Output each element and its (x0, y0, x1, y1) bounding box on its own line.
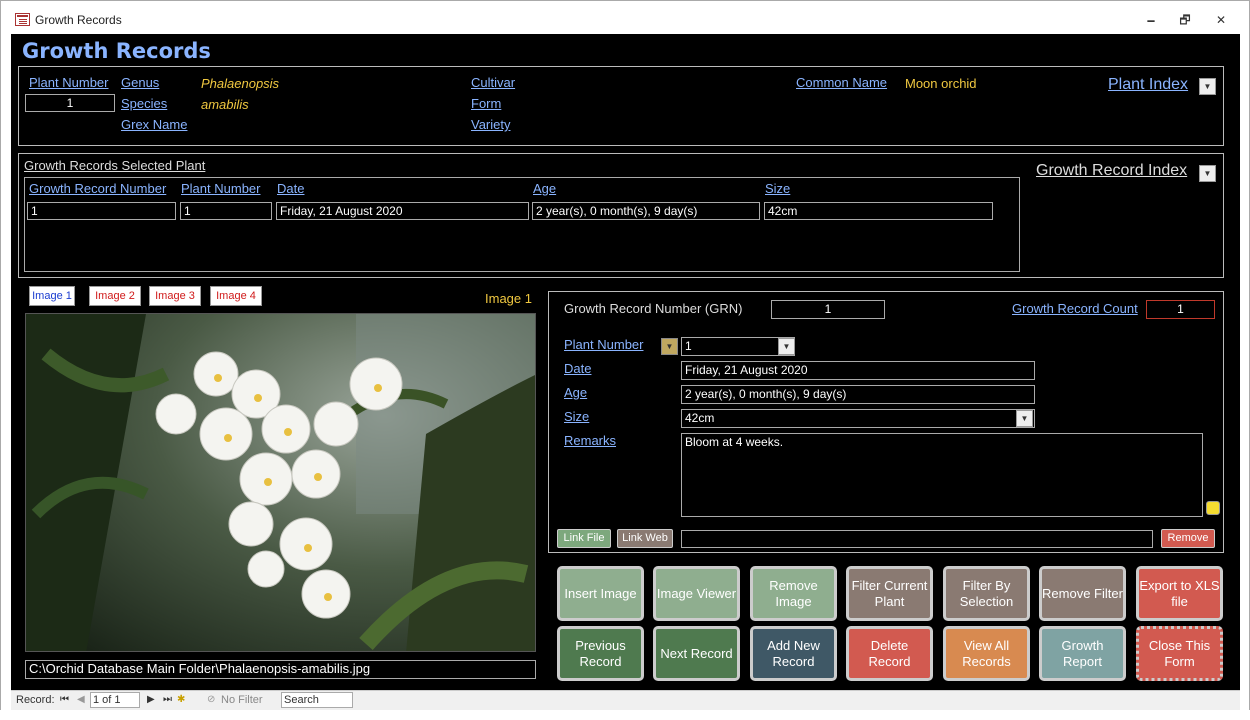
delete-record-button[interactable]: Delete Record (846, 626, 933, 681)
growth-records-form: Growth Records Plant Number 1 Genus Spec… (11, 34, 1240, 690)
image-path-field[interactable]: C:\Orchid Database Main Folder\Phalaenop… (25, 660, 536, 679)
restore-icon[interactable]: 🗗 (1174, 11, 1196, 29)
view-all-records-button[interactable]: View All Records (943, 626, 1030, 681)
previous-record-button[interactable]: Previous Record (557, 626, 644, 681)
record-position-field[interactable]: 1 of 1 (90, 692, 140, 708)
grn-field[interactable]: 1 (771, 300, 885, 319)
export-xls-button[interactable]: Export to XLS file (1136, 566, 1223, 621)
cell-age[interactable]: 2 year(s), 0 month(s), 9 day(s) (532, 202, 760, 220)
filter-current-plant-button[interactable]: Filter Current Plant (846, 566, 933, 621)
plant-number-combo-dropdown-icon[interactable]: ▼ (778, 338, 795, 355)
tab-image-2[interactable]: Image 2 (89, 286, 141, 306)
date-field[interactable]: Friday, 21 August 2020 (681, 361, 1035, 380)
cell-plant-number[interactable]: 1 (180, 202, 272, 220)
species-label[interactable]: Species (121, 96, 167, 111)
tab-image-4[interactable]: Image 4 (210, 286, 262, 306)
col-header-grn[interactable]: Growth Record Number (29, 181, 166, 196)
grn-label: Growth Record Number (GRN) (564, 301, 743, 316)
variety-label[interactable]: Variety (471, 117, 511, 132)
remove-filter-button[interactable]: Remove Filter (1039, 566, 1126, 621)
common-name-label[interactable]: Common Name (796, 75, 887, 90)
first-record-icon[interactable]: ⏮ (60, 694, 69, 705)
growth-record-detail-panel: Growth Record Number (GRN) 1 Growth Reco… (548, 291, 1224, 553)
orchid-image (26, 314, 535, 651)
next-record-icon[interactable]: ▶ (147, 694, 155, 705)
age-label[interactable]: Age (564, 385, 587, 400)
plant-number-detail-label[interactable]: Plant Number (564, 337, 643, 352)
link-field[interactable] (681, 530, 1153, 548)
current-image-label: Image 1 (485, 291, 532, 306)
filter-status[interactable]: No Filter (221, 694, 263, 706)
plant-number-field[interactable]: 1 (25, 94, 115, 112)
grex-name-label[interactable]: Grex Name (121, 117, 187, 132)
filter-icon: ⊘ (207, 694, 216, 705)
remarks-note-icon[interactable] (1206, 501, 1220, 515)
remove-image-button[interactable]: Remove Image (750, 566, 837, 621)
date-label[interactable]: Date (564, 361, 591, 376)
plant-index-label[interactable]: Plant Index (1108, 76, 1188, 94)
new-record-icon[interactable]: ✱ (177, 694, 185, 705)
window-right-border (1240, 34, 1250, 710)
cell-date[interactable]: Friday, 21 August 2020 (276, 202, 529, 220)
remarks-field[interactable]: Bloom at 4 weeks. (681, 433, 1203, 517)
growth-record-count-label[interactable]: Growth Record Count (1012, 301, 1138, 316)
app-form-icon (15, 13, 30, 26)
size-combo[interactable]: 42cm (681, 409, 1035, 428)
genus-value: Phalaenopsis (201, 76, 280, 91)
tab-image-1[interactable]: Image 1 (29, 286, 75, 306)
form-label[interactable]: Form (471, 96, 501, 111)
close-form-button[interactable]: Close This Form (1136, 626, 1223, 681)
selected-plant-records-panel: Growth Records Selected Plant Growth Rec… (18, 153, 1224, 278)
size-dropdown-icon[interactable]: ▼ (1016, 410, 1033, 427)
link-file-button[interactable]: Link File (557, 529, 611, 548)
cultivar-label[interactable]: Cultivar (471, 75, 515, 90)
size-label[interactable]: Size (564, 409, 589, 424)
genus-label[interactable]: Genus (121, 75, 159, 90)
col-header-age[interactable]: Age (533, 181, 556, 196)
minimize-icon[interactable]: 🗕 (1140, 11, 1162, 29)
window-left-border (0, 34, 11, 710)
common-name-value: Moon orchid (905, 76, 977, 91)
growth-record-index-dropdown-icon[interactable]: ▼ (1199, 165, 1216, 182)
col-header-date[interactable]: Date (277, 181, 304, 196)
age-field[interactable]: 2 year(s), 0 month(s), 9 day(s) (681, 385, 1035, 404)
form-title: Growth Records (22, 39, 211, 63)
plant-number-lookup-icon[interactable]: ▼ (661, 338, 678, 355)
plant-number-label[interactable]: Plant Number (29, 75, 108, 90)
selected-plant-section-label: Growth Records Selected Plant (24, 158, 206, 173)
record-navigation-bar: Record: ⏮ ◀ 1 of 1 ▶ ⏭ ✱ ⊘ No Filter Sea… (11, 690, 1240, 710)
cell-size[interactable]: 42cm (764, 202, 993, 220)
previous-record-icon[interactable]: ◀ (77, 694, 85, 705)
col-header-size[interactable]: Size (765, 181, 790, 196)
remove-link-button[interactable]: Remove (1161, 529, 1215, 548)
link-web-button[interactable]: Link Web (617, 529, 673, 548)
plant-index-dropdown-icon[interactable]: ▼ (1199, 78, 1216, 95)
window-bottom-border (0, 710, 1250, 720)
col-header-plant-number[interactable]: Plant Number (181, 181, 260, 196)
add-new-record-button[interactable]: Add New Record (750, 626, 837, 681)
plant-photo (25, 313, 536, 652)
remarks-label[interactable]: Remarks (564, 433, 616, 448)
growth-report-button[interactable]: Growth Report (1039, 626, 1126, 681)
image-viewer-button[interactable]: Image Viewer (653, 566, 740, 621)
search-input[interactable]: Search (281, 692, 353, 708)
species-value: amabilis (201, 97, 249, 112)
window-title: Growth Records (35, 13, 122, 27)
growth-records-subform: Growth Record Number Plant Number Date A… (24, 177, 1020, 272)
cell-grn[interactable]: 1 (27, 202, 176, 220)
window-titlebar: Growth Records 🗕 🗗 ✕ (0, 0, 1250, 34)
plant-header-panel: Plant Number 1 Genus Species Grex Name P… (18, 66, 1224, 146)
next-record-button[interactable]: Next Record (653, 626, 740, 681)
last-record-icon[interactable]: ⏭ (163, 694, 172, 705)
growth-record-index-label[interactable]: Growth Record Index (1036, 162, 1187, 180)
tab-image-3[interactable]: Image 3 (149, 286, 201, 306)
close-icon[interactable]: ✕ (1210, 11, 1232, 29)
record-label: Record: (16, 694, 55, 706)
insert-image-button[interactable]: Insert Image (557, 566, 644, 621)
filter-by-selection-button[interactable]: Filter By Selection (943, 566, 1030, 621)
growth-record-count-field: 1 (1146, 300, 1215, 319)
